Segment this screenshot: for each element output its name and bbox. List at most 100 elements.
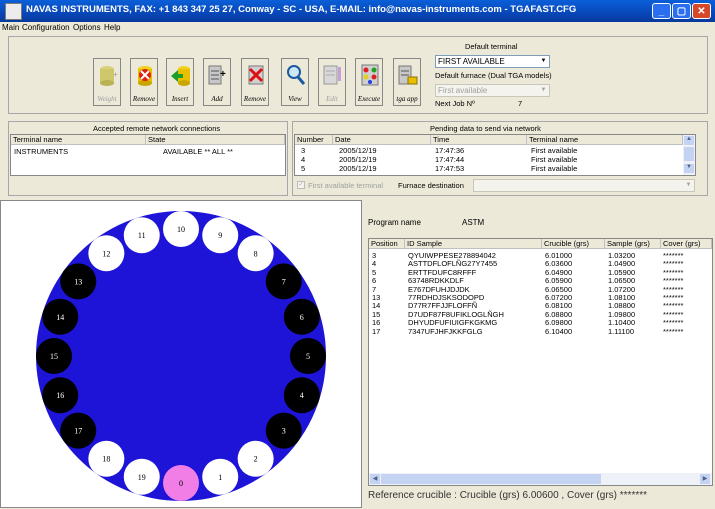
first-available-checkbox[interactable]: ✓ bbox=[297, 181, 305, 189]
col-terminal-name[interactable]: Terminal name bbox=[11, 135, 146, 145]
carousel-slot-label: 19 bbox=[138, 473, 146, 482]
pending-time-cell[interactable]: 17:47:36 bbox=[435, 146, 464, 155]
default-furnace-select[interactable]: First available ▼ bbox=[435, 84, 550, 97]
connection-terminal[interactable]: INSTRUMENTS bbox=[14, 147, 68, 156]
menu-main[interactable]: Main bbox=[2, 23, 19, 32]
default-terminal-select[interactable]: FIRST AVAILABLE ▼ bbox=[435, 55, 550, 68]
edit-icon bbox=[323, 65, 341, 85]
close-button[interactable]: ✕ bbox=[692, 3, 711, 19]
carousel-slot-label: 7 bbox=[282, 277, 286, 286]
carousel-slot-label: 12 bbox=[102, 249, 110, 258]
col-time[interactable]: Time bbox=[431, 135, 527, 145]
minimize-button[interactable]: _ bbox=[652, 3, 671, 19]
chevron-down-icon: ▼ bbox=[540, 58, 547, 64]
add-icon: + bbox=[208, 65, 226, 85]
furnace-destination-select[interactable]: ▼ bbox=[473, 179, 695, 192]
tga-app-label: tga app bbox=[396, 95, 418, 103]
pending-time-cell[interactable]: 17:47:44 bbox=[435, 155, 464, 164]
remove-icon bbox=[138, 66, 152, 86]
col-position[interactable]: Position bbox=[369, 239, 405, 249]
maximize-button[interactable]: ▢ bbox=[672, 3, 691, 19]
carousel-slot-label: 4 bbox=[300, 391, 304, 400]
carousel-slot-label: 3 bbox=[282, 427, 286, 436]
default-terminal-label: Default terminal bbox=[465, 42, 518, 51]
menu-options[interactable]: Options bbox=[73, 23, 101, 32]
carousel-ring bbox=[36, 211, 326, 501]
execute-button[interactable]: Execute bbox=[355, 58, 383, 106]
remove-crucible-button[interactable]: Remove bbox=[130, 58, 158, 106]
carousel-slot-label: 5 bbox=[306, 352, 310, 361]
program-name-value: ASTM bbox=[462, 218, 485, 227]
col-date[interactable]: Date bbox=[333, 135, 431, 145]
scroll-thumb[interactable] bbox=[684, 147, 694, 161]
col-cover[interactable]: Cover (grs) bbox=[661, 239, 712, 249]
carousel-slot-label: 17 bbox=[74, 427, 82, 436]
svg-text:+: + bbox=[220, 69, 226, 80]
pending-terminal-cell[interactable]: First available bbox=[531, 164, 577, 173]
carousel-slot-label: 1 bbox=[218, 473, 222, 482]
view-button[interactable]: View bbox=[281, 58, 309, 106]
connection-state[interactable]: AVAILABLE ** ALL ** bbox=[163, 147, 233, 156]
pending-date-cell[interactable]: 2005/12/19 bbox=[339, 155, 377, 164]
pending-number-cell[interactable]: 5 bbox=[301, 164, 305, 173]
default-furnace-label: Default furnace (Dual TGA models) bbox=[435, 71, 552, 80]
remove-job-button[interactable]: Remove bbox=[241, 58, 269, 106]
sample-list[interactable]: Position ID Sample Crucible (grs) Sample… bbox=[368, 238, 713, 486]
scroll-thumb[interactable] bbox=[381, 474, 601, 484]
default-furnace-value: First available bbox=[438, 86, 488, 95]
carousel-slot-label: 9 bbox=[218, 231, 222, 240]
remove-crucible-label: Remove bbox=[132, 95, 156, 103]
sample-sample-cell[interactable]: 1.11100 bbox=[608, 327, 634, 336]
chevron-down-icon: ▼ bbox=[540, 87, 547, 93]
menu-configuration[interactable]: Configuration bbox=[22, 23, 70, 32]
insert-icon bbox=[171, 66, 190, 86]
sample-cover-cell[interactable]: ******* bbox=[663, 327, 683, 336]
furnace-destination-label: Furnace destination bbox=[398, 181, 464, 190]
tga-app-button[interactable]: tga app bbox=[393, 58, 421, 106]
insert-button[interactable]: Insert bbox=[166, 58, 194, 106]
title-bar: NAVAS INSTRUMENTS, FAX: +1 843 347 25 27… bbox=[0, 0, 715, 22]
pending-scrollbar[interactable]: ▲ ▼ bbox=[683, 135, 695, 175]
col-number[interactable]: Number bbox=[295, 135, 333, 145]
col-terminal-name[interactable]: Terminal name bbox=[527, 135, 683, 145]
chevron-down-icon[interactable]: ▼ bbox=[684, 164, 694, 173]
pending-terminal-cell[interactable]: First available bbox=[531, 146, 577, 155]
edit-label: Edit bbox=[326, 95, 338, 103]
horizontal-scrollbar[interactable]: ◀ ▶ bbox=[369, 473, 712, 485]
svg-text:+: + bbox=[113, 70, 118, 79]
chevron-up-icon[interactable]: ▲ bbox=[684, 136, 694, 145]
pending-terminal-cell[interactable]: First available bbox=[531, 155, 577, 164]
carousel-diagram: 012345678910111213141516171819 bbox=[36, 211, 326, 501]
col-id-sample[interactable]: ID Sample bbox=[405, 239, 542, 249]
carousel-slot-label: 6 bbox=[300, 313, 304, 322]
pending-date-cell[interactable]: 2005/12/19 bbox=[339, 164, 377, 173]
sample-pos-cell[interactable]: 17 bbox=[372, 327, 380, 336]
edit-button[interactable]: Edit bbox=[318, 58, 346, 106]
next-job-label: Next Job Nº bbox=[435, 99, 475, 108]
pending-date-cell[interactable]: 2005/12/19 bbox=[339, 146, 377, 155]
connections-title: Accepted remote network connections bbox=[93, 124, 221, 133]
menu-help[interactable]: Help bbox=[104, 23, 120, 32]
carousel-slot-label: 2 bbox=[254, 455, 258, 464]
sample-id-cell[interactable]: 7347UFJHFJKKFGLG bbox=[408, 327, 483, 336]
col-crucible[interactable]: Crucible (grs) bbox=[542, 239, 605, 249]
sample-crucible-cell[interactable]: 6.10400 bbox=[545, 327, 572, 336]
pending-number-cell[interactable]: 3 bbox=[301, 146, 305, 155]
chevron-right-icon[interactable]: ▶ bbox=[700, 474, 710, 484]
col-state[interactable]: State bbox=[146, 135, 285, 145]
pending-number-cell[interactable]: 4 bbox=[301, 155, 305, 164]
app-icon[interactable] bbox=[5, 3, 22, 20]
pending-list[interactable]: Number Date Time Terminal name 3 2005/12/… bbox=[294, 134, 696, 176]
weight-button[interactable]: + Weight bbox=[93, 58, 121, 106]
connections-list[interactable]: Terminal name State INSTRUMENTS AVAILABL… bbox=[10, 134, 286, 176]
reference-crucible: Reference crucible : Crucible (grs) 6.00… bbox=[368, 490, 648, 501]
tga-app-icon bbox=[398, 65, 418, 85]
view-label: View bbox=[288, 95, 302, 103]
remove-job-icon bbox=[248, 65, 264, 85]
chevron-left-icon[interactable]: ◀ bbox=[370, 474, 380, 484]
view-icon bbox=[287, 65, 306, 85]
pending-time-cell[interactable]: 17:47:53 bbox=[435, 164, 464, 173]
add-button[interactable]: + Add bbox=[203, 58, 231, 106]
col-sample[interactable]: Sample (grs) bbox=[605, 239, 661, 249]
carousel-slot-label: 14 bbox=[56, 313, 64, 322]
